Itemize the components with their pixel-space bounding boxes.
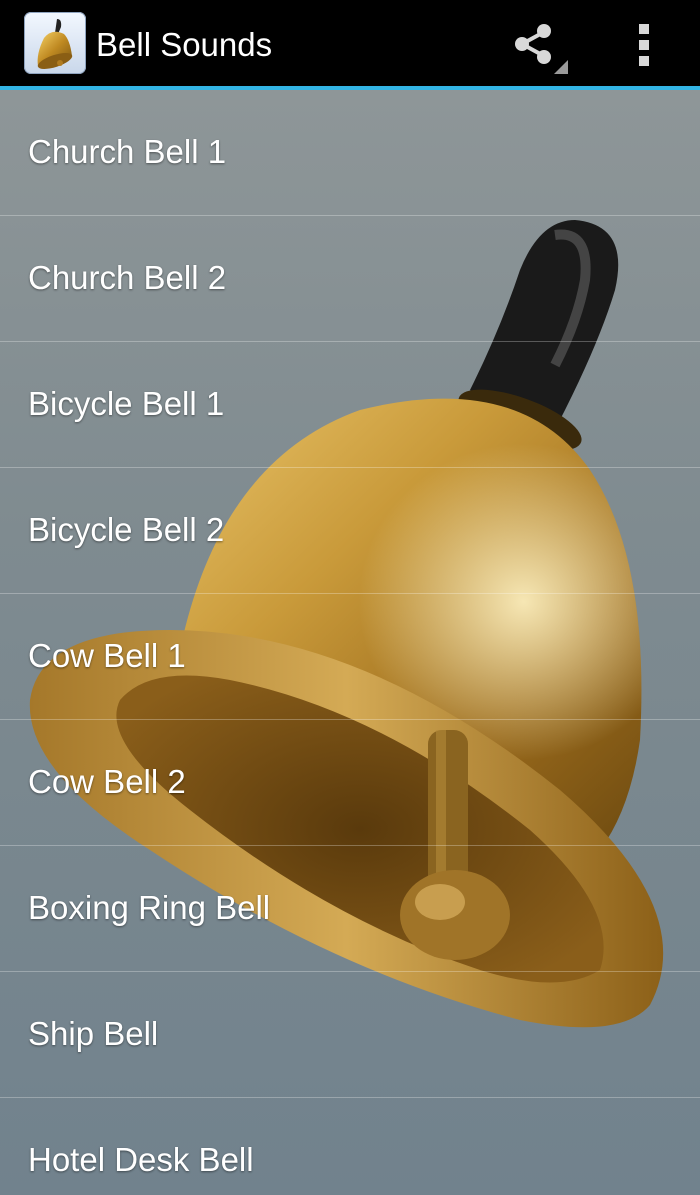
- sound-list-panel: Church Bell 1 Church Bell 2 Bicycle Bell…: [0, 90, 700, 1195]
- share-button[interactable]: [508, 16, 572, 76]
- list-item[interactable]: Boxing Ring Bell: [0, 846, 700, 972]
- list-item-label: Cow Bell 2: [28, 763, 186, 800]
- list-item-label: Boxing Ring Bell: [28, 889, 271, 926]
- list-item-label: Bicycle Bell 1: [28, 385, 225, 422]
- list-item[interactable]: Hotel Desk Bell: [0, 1098, 700, 1195]
- list-item-label: Church Bell 1: [28, 133, 227, 170]
- app-title: Bell Sounds: [96, 26, 273, 63]
- action-bar-divider: [0, 86, 700, 90]
- bell-sound-list: Church Bell 1 Church Bell 2 Bicycle Bell…: [0, 90, 700, 1195]
- share-icon: [515, 24, 568, 74]
- list-item[interactable]: Bicycle Bell 1: [0, 342, 700, 468]
- list-item[interactable]: Bicycle Bell 2: [0, 468, 700, 594]
- list-item[interactable]: Cow Bell 2: [0, 720, 700, 846]
- list-item-label: Hotel Desk Bell: [28, 1141, 254, 1178]
- list-item[interactable]: Church Bell 2: [0, 216, 700, 342]
- list-item-label: Ship Bell: [28, 1015, 159, 1052]
- list-item-label: Church Bell 2: [28, 259, 227, 296]
- list-item[interactable]: Ship Bell: [0, 972, 700, 1098]
- action-bar: Bell Sounds: [0, 0, 700, 86]
- overflow-menu-button[interactable]: [620, 16, 670, 76]
- bell-icon: [37, 19, 73, 69]
- overflow-menu-icon: [639, 24, 649, 66]
- list-item[interactable]: Cow Bell 1: [0, 594, 700, 720]
- app-icon[interactable]: [24, 12, 86, 74]
- list-item[interactable]: Church Bell 1: [0, 90, 700, 216]
- list-item-label: Bicycle Bell 2: [28, 511, 225, 548]
- list-item-label: Cow Bell 1: [28, 637, 186, 674]
